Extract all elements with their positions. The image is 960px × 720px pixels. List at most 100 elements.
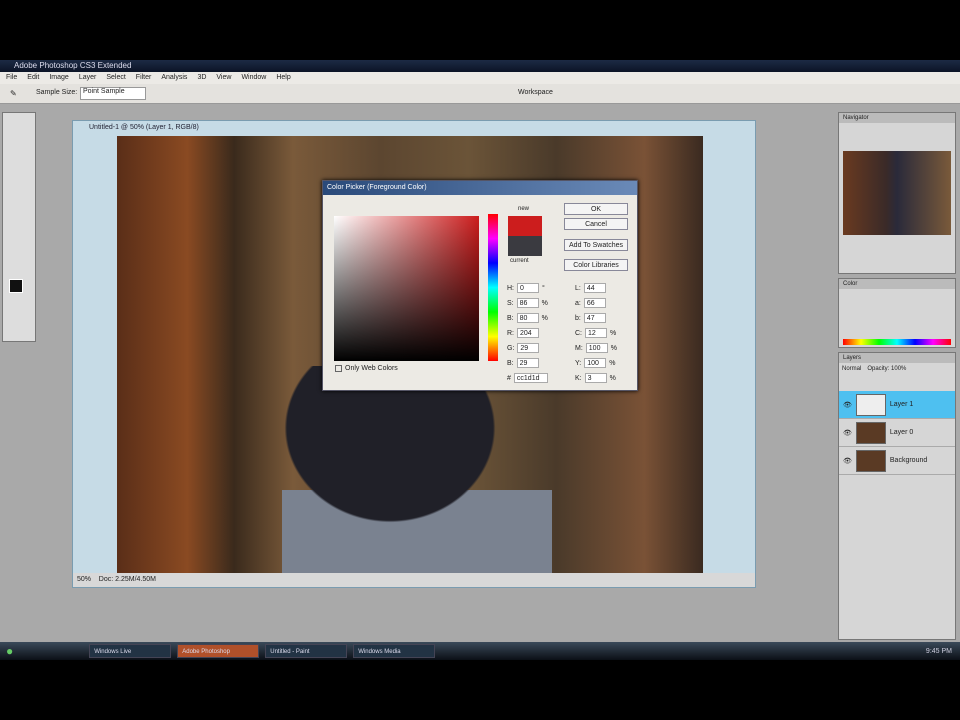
field-input[interactable]: 100 bbox=[584, 358, 607, 368]
field-label: G: bbox=[507, 344, 515, 352]
current-color[interactable] bbox=[508, 236, 542, 256]
hue-slider[interactable] bbox=[488, 214, 498, 361]
field-input[interactable]: 3 bbox=[584, 373, 607, 383]
taskbar: ● Windows Live Adobe Photoshop Untitled - … bbox=[0, 642, 960, 660]
field-input[interactable]: 29 bbox=[516, 358, 539, 368]
opacity-field[interactable]: Opacity: 100% bbox=[867, 366, 906, 372]
layer-thumbnail bbox=[855, 421, 886, 444]
new-label: new bbox=[518, 206, 530, 212]
app-title: Adobe Photoshop CS3 Extended bbox=[14, 61, 132, 70]
field-input[interactable]: 86 bbox=[516, 298, 539, 308]
layer-thumbnail bbox=[855, 393, 886, 416]
eyedropper-icon[interactable]: ✎ bbox=[10, 89, 17, 98]
field-label: M: bbox=[575, 344, 583, 352]
lab-row: a: 66 bbox=[575, 298, 606, 308]
lab-row: b: 47 bbox=[575, 313, 606, 323]
navigator-panel: Navigator bbox=[838, 112, 956, 274]
dialog-title: Color Picker (Foreground Color) bbox=[323, 181, 637, 195]
field-label: R: bbox=[507, 329, 514, 337]
layer-row[interactable]: 👁 Layer 0 bbox=[839, 419, 955, 447]
field-unit: % bbox=[541, 314, 548, 322]
field-input[interactable]: 204 bbox=[517, 328, 539, 338]
field-input[interactable]: 44 bbox=[583, 283, 606, 293]
menu-window[interactable]: Window bbox=[241, 72, 266, 84]
doc-info: Doc: 2.25M/4.50M bbox=[98, 576, 156, 583]
menu-edit[interactable]: Edit bbox=[27, 72, 39, 84]
field-unit: % bbox=[541, 299, 548, 307]
layers-tab[interactable]: Layers bbox=[839, 353, 955, 363]
cmyk-row: C: 12% bbox=[575, 328, 616, 338]
status-bar: 50% Doc: 2.25M/4.50M bbox=[73, 573, 755, 587]
layer-row[interactable]: 👁 Background bbox=[839, 447, 955, 475]
web-colors-checkbox[interactable] bbox=[335, 365, 342, 372]
field-row: R: 204 bbox=[507, 328, 542, 338]
field-input[interactable]: 29 bbox=[517, 343, 540, 353]
taskbar-item[interactable]: Windows Media bbox=[353, 644, 436, 658]
field-input[interactable]: 47 bbox=[583, 313, 606, 323]
field-label: L: bbox=[575, 284, 581, 292]
field-row: B: 29 bbox=[507, 358, 542, 368]
photo-person bbox=[282, 366, 552, 573]
field-unit: % bbox=[609, 359, 616, 367]
workspace-button[interactable]: Workspace bbox=[518, 89, 553, 96]
zoom-level[interactable]: 50% bbox=[77, 576, 91, 583]
layers-panel: Layers Normal Opacity: 100% 👁 Layer 1 👁 Laye… bbox=[838, 352, 956, 640]
cmyk-row: Y: 100% bbox=[575, 358, 615, 368]
menu-file[interactable]: File bbox=[6, 72, 17, 84]
field-label: C: bbox=[575, 329, 582, 337]
color-libraries-button[interactable]: Color Libraries bbox=[564, 259, 628, 271]
ok-button[interactable]: OK bbox=[564, 203, 628, 215]
menu-select[interactable]: Select bbox=[106, 72, 125, 84]
layer-row[interactable]: 👁 Layer 1 bbox=[839, 391, 955, 419]
menu-3d[interactable]: 3D bbox=[197, 72, 206, 84]
field-unit: % bbox=[610, 329, 617, 337]
menu-filter[interactable]: Filter bbox=[136, 72, 152, 84]
field-input[interactable]: 12 bbox=[585, 328, 607, 338]
sample-size-label: Sample Size: bbox=[36, 89, 78, 96]
eye-icon[interactable]: 👁 bbox=[843, 429, 852, 437]
taskbar-item[interactable]: Untitled - Paint bbox=[265, 644, 348, 658]
field-row: B: 80% bbox=[507, 313, 548, 323]
add-to-swatches-button[interactable]: Add To Swatches bbox=[564, 239, 628, 251]
field-input[interactable]: 100 bbox=[585, 343, 608, 353]
field-input[interactable]: 0 bbox=[517, 283, 539, 293]
options-bar: ✎ Sample Size: Point Sample Workspace bbox=[0, 84, 960, 104]
menu-image[interactable]: Image bbox=[49, 72, 68, 84]
navigator-thumbnail[interactable] bbox=[843, 151, 951, 235]
start-button[interactable]: ● bbox=[6, 644, 13, 658]
field-input[interactable]: 80 bbox=[516, 313, 539, 323]
current-label: current bbox=[510, 258, 529, 264]
menu-view[interactable]: View bbox=[216, 72, 231, 84]
menu-analysis[interactable]: Analysis bbox=[161, 72, 187, 84]
layer-name: Layer 0 bbox=[889, 429, 914, 436]
layer-name: Layer 1 bbox=[889, 401, 914, 408]
eye-icon[interactable]: 👁 bbox=[843, 457, 852, 465]
clock: 9:45 PM bbox=[925, 647, 952, 655]
taskbar-item[interactable]: Adobe Photoshop bbox=[177, 644, 260, 658]
menu-layer[interactable]: Layer bbox=[79, 72, 97, 84]
field-row: H: 0 ° bbox=[507, 283, 545, 293]
color-tab[interactable]: Color bbox=[839, 279, 955, 289]
foreground-color-swatch[interactable] bbox=[9, 279, 23, 293]
field-input[interactable]: 66 bbox=[583, 298, 606, 308]
hex-input[interactable]: cc1d1d bbox=[513, 373, 548, 383]
cancel-button[interactable]: Cancel bbox=[564, 218, 628, 230]
field-label: S: bbox=[507, 299, 514, 307]
color-preview bbox=[508, 216, 542, 256]
field-label: Y: bbox=[575, 359, 582, 367]
field-label: H: bbox=[507, 284, 514, 292]
eye-icon[interactable]: 👁 bbox=[843, 401, 852, 409]
color-ramp[interactable] bbox=[843, 339, 951, 345]
menu-help[interactable]: Help bbox=[276, 72, 290, 84]
blend-mode-select[interactable]: Normal bbox=[842, 366, 861, 372]
title-bar: Adobe Photoshop CS3 Extended bbox=[0, 60, 960, 72]
sample-size-select[interactable]: Point Sample bbox=[80, 87, 146, 100]
field-label: b: bbox=[575, 314, 581, 322]
color-field[interactable] bbox=[334, 216, 479, 361]
field-row: G: 29 bbox=[507, 343, 542, 353]
tools-panel[interactable] bbox=[2, 112, 36, 342]
color-picker-dialog: Color Picker (Foreground Color) new curr… bbox=[322, 180, 638, 391]
field-label: B: bbox=[507, 359, 514, 367]
taskbar-item[interactable]: Windows Live bbox=[89, 644, 172, 658]
navigator-tab[interactable]: Navigator bbox=[839, 113, 955, 123]
